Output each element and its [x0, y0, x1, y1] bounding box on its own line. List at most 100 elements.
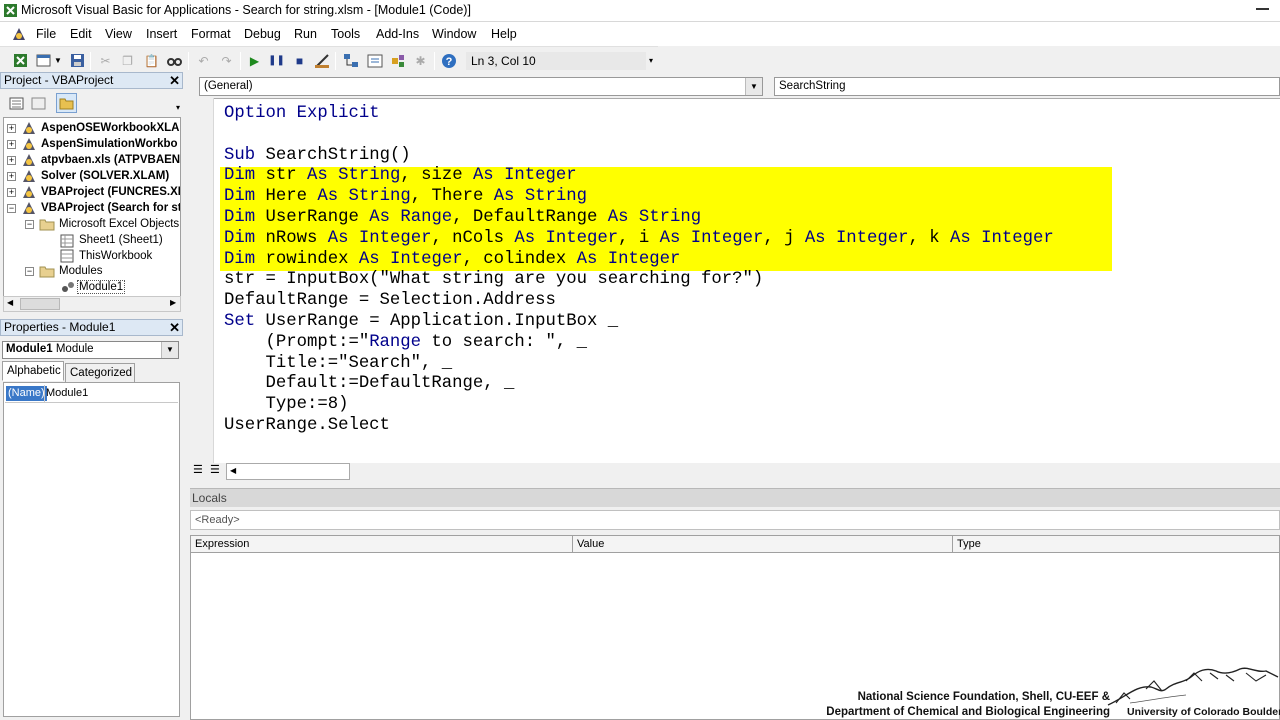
project-item[interactable]: VBAProject (FUNCRES.XLA: [41, 186, 180, 198]
undo-icon[interactable]: ↶: [195, 52, 212, 69]
properties-window-icon[interactable]: [366, 52, 383, 69]
code-line[interactable]: Title:="Search", _: [224, 353, 452, 374]
chevron-down-icon[interactable]: ▼: [161, 342, 178, 358]
copy-icon[interactable]: ❐: [119, 52, 136, 69]
minimize-button[interactable]: [1245, 0, 1280, 19]
indicator-margin[interactable]: [190, 98, 214, 463]
menu-run[interactable]: Run: [294, 27, 317, 41]
insert-dropdown-icon[interactable]: ▼: [53, 52, 63, 69]
toggle-folders-icon[interactable]: [56, 93, 77, 113]
reset-icon[interactable]: ■: [291, 52, 308, 69]
project-explorer-icon[interactable]: [342, 52, 359, 69]
project-toolbar-scroll[interactable]: ▾: [173, 89, 183, 117]
redo-icon[interactable]: ↷: [218, 52, 235, 69]
object-browser-icon[interactable]: [389, 52, 406, 69]
toolbar-options-icon[interactable]: ▾: [646, 52, 656, 69]
vba-app-icon: [4, 4, 17, 17]
menu-tools[interactable]: Tools: [331, 27, 360, 41]
expand-icon[interactable]: +: [7, 172, 16, 181]
column-expression[interactable]: Expression: [191, 536, 573, 553]
expand-icon[interactable]: +: [7, 140, 16, 149]
close-icon[interactable]: ✕: [169, 73, 180, 89]
scroll-thumb[interactable]: [20, 298, 60, 310]
university-name: University of Colorado Boulder: [1127, 706, 1280, 718]
tab-alphabetic[interactable]: Alphabetic: [2, 361, 64, 381]
project-item[interactable]: AspenOSEWorkbookXLA (: [41, 122, 180, 134]
code-line[interactable]: Dim nRows As Integer, nCols As Integer, …: [224, 228, 1054, 249]
code-line[interactable]: Dim rowindex As Integer, colindex As Int…: [224, 249, 680, 270]
object-select[interactable]: Module1 Module ▼: [2, 341, 179, 359]
toolbox-icon[interactable]: ✱: [412, 52, 429, 69]
project-toolbar: ▾: [0, 89, 183, 117]
code-line[interactable]: Dim str As String, size As Integer: [224, 165, 577, 186]
code-line[interactable]: UserRange.Select: [224, 415, 390, 436]
tree-item[interactable]: ThisWorkbook: [79, 250, 152, 262]
expand-icon[interactable]: +: [7, 156, 16, 165]
project-item[interactable]: VBAProject (Search for st: [41, 202, 180, 214]
code-horizontal-scrollbar[interactable]: ◀: [226, 463, 350, 480]
chevron-down-icon[interactable]: ▼: [745, 78, 762, 95]
collapse-icon[interactable]: −: [25, 220, 34, 229]
tree-item[interactable]: Sheet1 (Sheet1): [79, 234, 163, 246]
paste-icon[interactable]: 📋: [143, 52, 160, 69]
tree-folder[interactable]: Modules: [59, 265, 102, 277]
cut-icon[interactable]: ✂: [97, 52, 114, 69]
procedure-view-icon[interactable]: ☰: [193, 463, 203, 476]
tab-categorized[interactable]: Categorized: [65, 363, 135, 383]
expand-icon[interactable]: +: [7, 188, 16, 197]
code-line[interactable]: DefaultRange = Selection.Address: [224, 290, 556, 311]
property-key[interactable]: (Name): [6, 386, 47, 401]
scroll-right-icon[interactable]: ▶: [170, 298, 176, 307]
expand-icon[interactable]: +: [7, 124, 16, 133]
code-line[interactable]: Set UserRange = Application.InputBox _: [224, 311, 618, 332]
help-icon[interactable]: ?: [440, 52, 457, 69]
code-line[interactable]: Dim UserRange As Range, DefaultRange As …: [224, 207, 701, 228]
menu-view[interactable]: View: [105, 27, 132, 41]
column-type[interactable]: Type: [953, 536, 1279, 553]
tree-folder[interactable]: Microsoft Excel Objects: [59, 218, 179, 230]
project-item[interactable]: Solver (SOLVER.XLAM): [41, 170, 169, 182]
code-line[interactable]: str = InputBox("What string are you sear…: [224, 269, 763, 290]
insert-userform-icon[interactable]: [35, 52, 52, 69]
menu-help[interactable]: Help: [491, 27, 517, 41]
procedure-combo[interactable]: SearchString: [774, 77, 1280, 96]
scroll-left-icon[interactable]: ◀: [230, 466, 236, 475]
tree-item-selected[interactable]: Module1: [77, 280, 126, 294]
code-line[interactable]: Default:=DefaultRange, _: [224, 373, 514, 394]
design-mode-icon[interactable]: [313, 52, 330, 69]
full-module-view-icon[interactable]: ☰: [210, 463, 220, 476]
collapse-icon[interactable]: −: [25, 267, 34, 276]
scroll-left-icon[interactable]: ◀: [7, 298, 13, 307]
title-bar: Microsoft Visual Basic for Applications …: [0, 0, 1280, 22]
vba-project-icon[interactable]: [10, 25, 28, 43]
project-item[interactable]: atpvbaen.xls (ATPVBAEN.: [41, 154, 180, 166]
menu-window[interactable]: Window: [432, 27, 476, 41]
procedure-combo-value: SearchString: [779, 80, 846, 92]
menu-addins[interactable]: Add-Ins: [376, 27, 419, 41]
find-icon[interactable]: [166, 52, 183, 69]
menu-format[interactable]: Format: [191, 27, 231, 41]
run-icon[interactable]: ▶: [246, 52, 263, 69]
view-code-icon[interactable]: [8, 95, 25, 112]
project-item[interactable]: AspenSimulationWorkbo: [41, 138, 178, 150]
property-value[interactable]: Module1: [44, 386, 90, 400]
excel-view-icon[interactable]: [12, 52, 29, 69]
menu-debug[interactable]: Debug: [244, 27, 281, 41]
code-line[interactable]: Type:=8): [224, 394, 348, 415]
code-line[interactable]: Dim Here As String, There As String: [224, 186, 587, 207]
column-value[interactable]: Value: [573, 536, 953, 553]
close-icon[interactable]: ✕: [169, 320, 180, 336]
object-combo[interactable]: (General) ▼: [199, 77, 763, 96]
code-line[interactable]: Option Explicit: [224, 103, 380, 124]
project-horizontal-scrollbar[interactable]: ◀ ▶: [3, 296, 181, 312]
menu-file[interactable]: File: [36, 27, 56, 41]
collapse-icon[interactable]: −: [7, 204, 16, 213]
code-line[interactable]: Sub SearchString(): [224, 145, 411, 166]
code-line[interactable]: (Prompt:="Range to search: ", _: [224, 332, 587, 353]
object-name: Module1: [6, 343, 53, 355]
menu-edit[interactable]: Edit: [70, 27, 92, 41]
menu-insert[interactable]: Insert: [146, 27, 177, 41]
view-object-icon[interactable]: [30, 95, 47, 112]
break-icon[interactable]: ❚❚: [268, 52, 285, 69]
save-icon[interactable]: [69, 52, 86, 69]
